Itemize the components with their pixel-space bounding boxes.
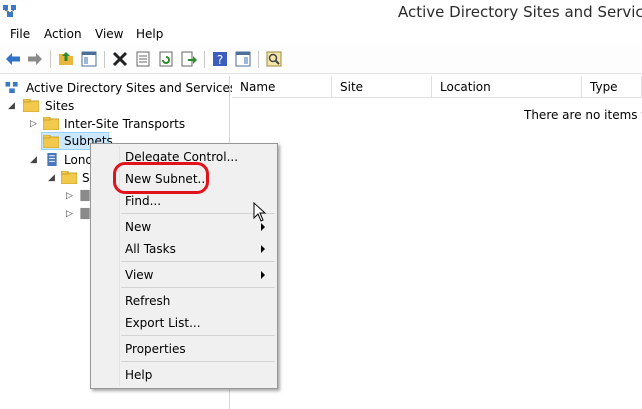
expand-icon[interactable]: ▷ [66, 191, 73, 201]
tree-item-root[interactable]: Active Directory Sites and Services [LO [4, 79, 260, 97]
menu-item-export-list[interactable]: Export List... [91, 313, 277, 333]
menu-item-label: Find... [125, 194, 162, 208]
menu-item-refresh[interactable]: Refresh [91, 291, 277, 311]
column-header-site[interactable]: Site [332, 76, 432, 98]
menu-item-help[interactable]: Help [91, 365, 277, 385]
server-icon [80, 189, 90, 202]
menu-item-label: View [125, 268, 154, 282]
tree-item-sites[interactable]: ◢ Sites [8, 97, 128, 115]
show-tree-icon[interactable] [80, 50, 98, 68]
submenu-arrow-icon [261, 245, 265, 253]
folder-icon [23, 99, 39, 112]
annotation-highlight-ring [113, 162, 209, 194]
column-label: Type [590, 80, 618, 94]
folder-icon [61, 171, 77, 184]
menu-item-label: Help [125, 368, 153, 382]
forward-arrow-icon[interactable] [26, 50, 44, 68]
svg-text:?: ? [217, 53, 223, 67]
toolbar-separator [204, 51, 205, 68]
submenu-arrow-icon [261, 223, 265, 231]
menu-separator [121, 213, 275, 214]
title-bar: Active Directory Sites and Services [0, 0, 642, 24]
menu-item-label: All Tasks [125, 242, 176, 256]
menu-item-all-tasks[interactable]: All Tasks [91, 239, 277, 259]
action-pane-icon[interactable] [234, 50, 252, 68]
ad-sites-app-icon [5, 81, 18, 94]
tree-label: Active Directory Sites and Services [LO [26, 81, 261, 95]
empty-list-message: There are no items to s [524, 108, 642, 122]
menu-view[interactable]: View [95, 27, 123, 41]
tree-item-server-2[interactable]: ▷ [66, 205, 92, 223]
expand-collapse-icon[interactable]: ◢ [8, 101, 15, 111]
tree-label: S [82, 171, 90, 185]
help-icon[interactable]: ? [211, 50, 229, 68]
menu-separator [121, 261, 275, 262]
results-pane: Name Site Location Type There are no ite… [232, 76, 642, 409]
tree-label: Lond [64, 153, 94, 167]
properties-icon[interactable] [134, 50, 152, 68]
menu-help[interactable]: Help [136, 27, 163, 41]
filter-icon[interactable] [265, 50, 283, 68]
expand-icon[interactable]: ▷ [30, 119, 37, 129]
tree-item-servers[interactable]: ◢ S [48, 169, 92, 187]
menu-item-properties[interactable]: Properties [91, 339, 277, 359]
column-header-location[interactable]: Location [432, 76, 582, 98]
menu-item-find[interactable]: Find... [91, 191, 277, 211]
menu-item-view[interactable]: View [91, 265, 277, 285]
column-header-type[interactable]: Type [582, 76, 642, 98]
menu-file[interactable]: File [10, 27, 30, 41]
toolbar-separator [258, 51, 259, 68]
export-icon[interactable] [180, 50, 198, 68]
expand-collapse-icon[interactable]: ◢ [48, 173, 55, 183]
expand-icon[interactable]: ▷ [66, 209, 73, 219]
server-icon [80, 207, 90, 220]
folder-icon [43, 135, 59, 148]
expand-collapse-icon[interactable]: ◢ [30, 155, 37, 165]
menu-item-label: New [125, 220, 152, 234]
column-header-name[interactable]: Name [232, 76, 332, 98]
window-title: Active Directory Sites and Services [398, 3, 642, 21]
server-icon [47, 153, 57, 166]
submenu-arrow-icon [261, 271, 265, 279]
toolbar-separator [50, 51, 51, 68]
menu-separator [121, 335, 275, 336]
refresh-icon[interactable] [157, 50, 175, 68]
tree-label: Inter-Site Transports [64, 117, 186, 131]
menu-item-label: Export List... [125, 316, 201, 330]
menu-item-label: Properties [125, 342, 186, 356]
tree-item-london[interactable]: ◢ Lond [30, 151, 94, 169]
tree-item-server-1[interactable]: ▷ [66, 187, 92, 205]
menu-item-label: Refresh [125, 294, 171, 308]
folder-icon [43, 117, 59, 130]
menu-bar: File Action View Help [0, 24, 642, 44]
menu-item-new[interactable]: New [91, 217, 277, 237]
menu-action[interactable]: Action [44, 27, 82, 41]
tree-item-inter-site-transports[interactable]: ▷ Inter-Site Transports [30, 115, 190, 133]
tree-label: Sites [45, 99, 75, 113]
column-label: Site [340, 80, 364, 94]
column-label: Location [440, 80, 491, 94]
back-arrow-icon[interactable] [4, 50, 22, 68]
menu-separator [121, 361, 275, 362]
toolbar: ? [0, 44, 642, 74]
ad-sites-app-icon [3, 5, 16, 17]
up-folder-icon[interactable] [57, 50, 75, 68]
delete-icon[interactable] [111, 50, 129, 68]
menu-separator [121, 287, 275, 288]
column-label: Name [240, 80, 276, 94]
toolbar-separator [104, 51, 105, 68]
mouse-cursor-icon [253, 202, 267, 222]
